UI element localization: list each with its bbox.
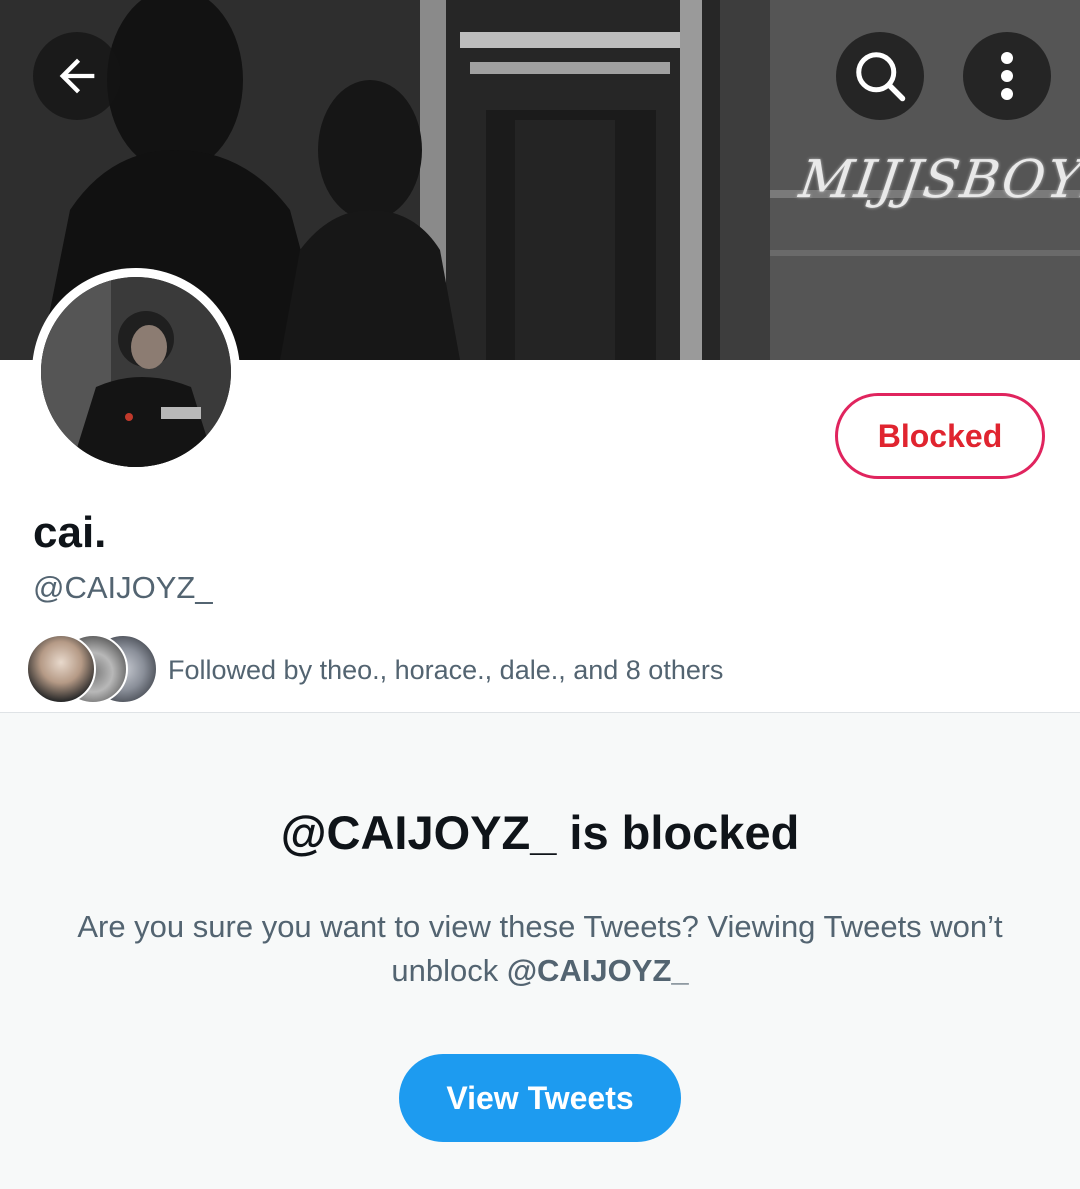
blocked-button[interactable]: Blocked xyxy=(835,393,1045,479)
blocked-title: @CAIJOYZ_ is blocked xyxy=(280,806,800,859)
back-button[interactable] xyxy=(33,32,121,120)
view-tweets-button[interactable]: View Tweets xyxy=(399,1054,681,1142)
more-options-button[interactable] xyxy=(963,32,1051,120)
banner-brand-logo: MIJJSBOYZ xyxy=(795,150,1080,210)
arrow-left-icon xyxy=(59,58,95,94)
followed-by-text[interactable]: Followed by theo., horace., dale., and 8… xyxy=(168,655,723,686)
follower-avatar xyxy=(26,634,96,704)
avatar-image xyxy=(41,277,231,467)
search-icon xyxy=(856,52,906,102)
blocked-description-handle: @CAIJOYZ_ xyxy=(506,953,689,988)
search-button[interactable] xyxy=(836,32,924,120)
profile-avatar[interactable] xyxy=(32,268,240,476)
blocked-notice-panel: @CAIJOYZ_ is blocked Are you sure you wa… xyxy=(0,713,1080,1189)
more-vertical-icon xyxy=(1001,52,1013,100)
followers-you-know-avatars[interactable] xyxy=(26,634,158,704)
user-handle: @CAIJOYZ_ xyxy=(33,570,213,605)
display-name: cai. xyxy=(33,508,107,557)
blocked-description: Are you sure you want to view these Twee… xyxy=(60,905,1020,993)
